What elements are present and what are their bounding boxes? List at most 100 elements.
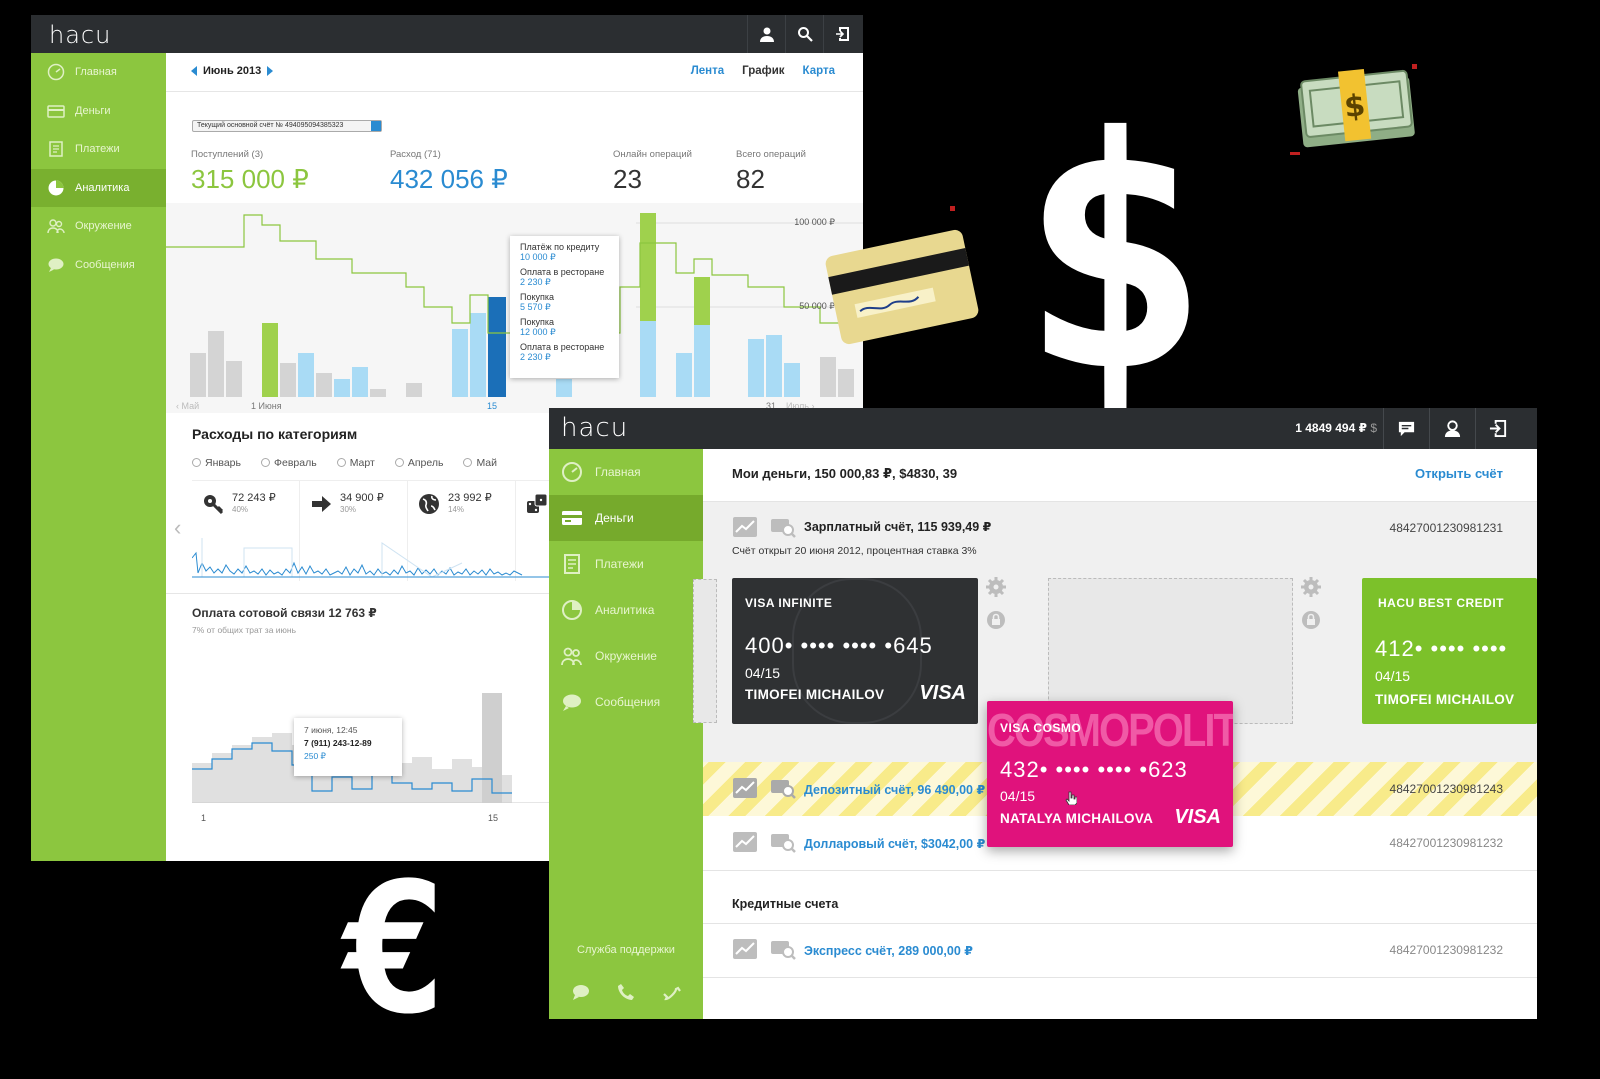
- sidebar-item-analytics[interactable]: Аналитика: [31, 168, 166, 207]
- card-holder: TIMOFEI MICHAILOV: [1375, 692, 1515, 707]
- next-month-icon[interactable]: [267, 66, 274, 76]
- trend-chart-icon[interactable]: [732, 777, 758, 799]
- people-icon: [561, 647, 582, 666]
- account-actions: [732, 777, 796, 799]
- lock-icon[interactable]: [986, 610, 1006, 635]
- view-tabs: Лента График Карта: [691, 65, 835, 77]
- profile-icon[interactable]: [1429, 408, 1475, 449]
- month-radio[interactable]: Январь: [192, 457, 241, 469]
- prev-month-icon[interactable]: [191, 66, 197, 76]
- trend-chart-icon[interactable]: [732, 516, 758, 538]
- tab-map[interactable]: Карта: [803, 65, 835, 77]
- deposit-account-name[interactable]: Депозитный счёт, 96 490,00 ₽: [804, 782, 985, 797]
- month-radio[interactable]: Февраль: [261, 457, 317, 469]
- express-account-name[interactable]: Экспресс счёт, 289 000,00 ₽: [804, 943, 973, 958]
- sidebar-item-label: Платежи: [75, 143, 120, 156]
- tab-graph[interactable]: График: [742, 65, 784, 77]
- card-brand: VISA INFINITE: [745, 596, 833, 610]
- account-select[interactable]: Текущий основной счёт № 494095094385323: [192, 120, 382, 132]
- axis-label: 15: [488, 813, 499, 823]
- sidebar-item-social[interactable]: Окружение: [549, 633, 703, 679]
- messages-icon[interactable]: [1383, 408, 1429, 449]
- balance-currency[interactable]: $: [1370, 421, 1377, 435]
- tooltip-date: 7 июня, 12:45: [304, 725, 358, 735]
- card-holder: TIMOFEI MICHAILOV: [745, 687, 885, 702]
- dice-icon: [527, 493, 548, 513]
- sidebar-item-home[interactable]: Главная: [549, 449, 703, 495]
- payment-title: Оплата сотовой связи 12 763 ₽: [192, 606, 377, 620]
- axis-label: 15: [487, 401, 498, 411]
- account-select-value: Текущий основной счёт № 494095094385323: [197, 122, 344, 129]
- chevron-left-icon[interactable]: ‹: [174, 515, 181, 541]
- support-link[interactable]: Служба поддержки: [549, 944, 703, 956]
- gear-icon[interactable]: [986, 577, 1006, 602]
- chat-icon[interactable]: [571, 982, 591, 1002]
- current-month: Июнь 2013: [203, 65, 262, 77]
- month-radio[interactable]: Март: [337, 457, 375, 469]
- divider: [703, 870, 1537, 871]
- month-radio[interactable]: Апрель: [395, 457, 444, 469]
- gear-icon[interactable]: [1301, 577, 1321, 602]
- pie-chart-icon: [562, 600, 582, 620]
- logout-icon[interactable]: [823, 15, 861, 53]
- month-radio[interactable]: Май: [463, 457, 497, 469]
- dollar-account-name[interactable]: Долларовый счёт, $3042,00 ₽: [804, 836, 985, 851]
- sidebar-item-payments[interactable]: Платежи: [549, 541, 703, 587]
- card-search-icon[interactable]: [770, 831, 796, 853]
- tab-feed[interactable]: Лента: [691, 65, 724, 77]
- tooltip-label: Оплата в ресторане: [520, 342, 605, 352]
- tooltip-label: Покупка: [520, 292, 555, 302]
- sidebar-item-messages[interactable]: Сообщения: [549, 679, 703, 725]
- axis-prev-month[interactable]: ‹ Май: [176, 401, 199, 411]
- sidebar-item-label: Платежи: [595, 557, 644, 571]
- chevron-down-icon: [371, 121, 381, 131]
- card-search-icon[interactable]: [770, 777, 796, 799]
- card-visa-infinite[interactable]: VISA INFINITE 400• •••• •••• •645 04/15 …: [732, 578, 978, 724]
- search-icon[interactable]: [785, 15, 823, 53]
- pie-chart-icon: [48, 180, 64, 196]
- phone-icon[interactable]: [616, 982, 636, 1002]
- receipt-icon: [49, 141, 63, 157]
- card-search-icon[interactable]: [770, 938, 796, 960]
- lock-icon[interactable]: [1301, 610, 1321, 635]
- category-percent: 30%: [340, 505, 357, 514]
- stat-value: 432 056 ₽: [390, 164, 508, 194]
- salary-account-details: Счёт открыт 20 июня 2012, процентная ста…: [732, 545, 977, 557]
- money-main: Мои деньги, 150 000,83 ₽, $4830, 39 Откр…: [693, 449, 1537, 1019]
- sidebar-item-messages[interactable]: Сообщения: [31, 246, 166, 285]
- divider: [703, 923, 1537, 924]
- logo[interactable]: hacu: [561, 413, 628, 443]
- stat-label: Всего операций: [736, 149, 806, 160]
- sidebar-item-payments[interactable]: Платежи: [31, 130, 166, 169]
- support-actions: [549, 982, 703, 1002]
- credit-accounts-title: Кредитные счета: [732, 897, 839, 911]
- month-filters: Январь Февраль Март Апрель Май: [192, 457, 497, 469]
- sidebar-item-money[interactable]: Деньги: [31, 92, 166, 131]
- callback-icon[interactable]: [661, 982, 681, 1002]
- open-account-link[interactable]: Открыть счёт: [1415, 466, 1503, 481]
- salary-account-name[interactable]: Зарплатный счёт, 115 939,49 ₽: [804, 519, 991, 534]
- card-hacu-best-credit[interactable]: HACU BEST CREDIT 412• •••• •••• 04/15 TI…: [1362, 578, 1537, 724]
- sidebar-item-analytics[interactable]: Аналитика: [549, 587, 703, 633]
- logo[interactable]: hacu: [49, 21, 111, 49]
- profile-icon[interactable]: [747, 15, 785, 53]
- decor-dot: [1412, 64, 1417, 69]
- day-tooltip: Платёж по кредиту 10 000 ₽ Оплата в рест…: [510, 236, 619, 378]
- decor-dot: [950, 206, 955, 211]
- account-actions: [732, 831, 796, 853]
- card-slot-empty[interactable]: [693, 579, 717, 723]
- sidebar-item-social[interactable]: Окружение: [31, 207, 166, 246]
- sidebar-item-label: Аналитика: [595, 603, 655, 617]
- card-visa-cosmo[interactable]: COSMOPOLITAN VISA COSMO 432• •••• •••• •…: [987, 701, 1233, 847]
- categories-title: Расходы по категориям: [192, 426, 358, 442]
- card-icon: [562, 511, 582, 525]
- trend-chart-icon[interactable]: [732, 831, 758, 853]
- sidebar-item-money[interactable]: Деньги: [549, 495, 703, 541]
- total-balance: 1 4849 494 ₽ $: [1295, 421, 1377, 435]
- trend-chart-icon[interactable]: [732, 938, 758, 960]
- card-search-icon[interactable]: [770, 516, 796, 538]
- sidebar-item-home[interactable]: Главная: [31, 53, 166, 92]
- payment-tooltip: 7 июня, 12:45 7 (911) 243-12-89 250 ₽: [294, 718, 402, 776]
- logout-icon[interactable]: [1475, 408, 1521, 449]
- card-number: 432• •••• •••• •623: [1000, 757, 1188, 782]
